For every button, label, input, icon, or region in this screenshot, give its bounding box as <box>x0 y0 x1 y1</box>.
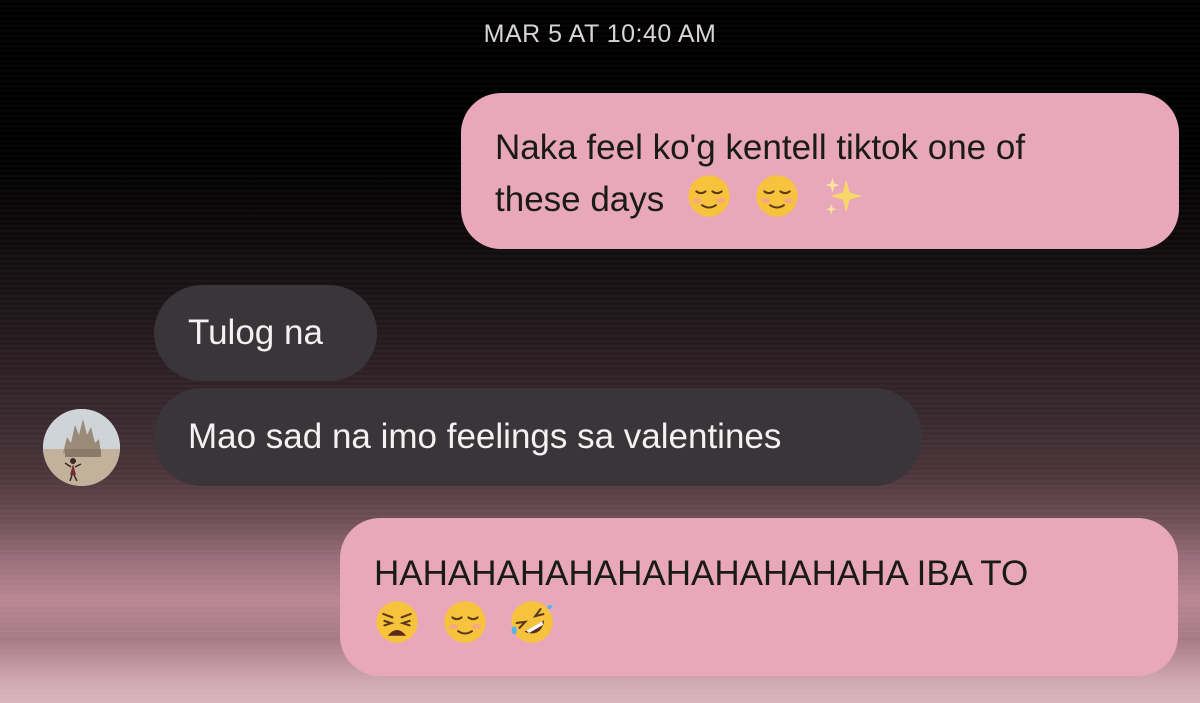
weary-face-emoji <box>376 601 418 643</box>
emoji-group <box>374 599 1144 651</box>
contact-avatar-photo <box>43 409 120 486</box>
rolling-on-floor-laughing-emoji <box>511 601 554 643</box>
message-text-line: these days <box>495 173 1145 225</box>
sparkles-emoji <box>826 177 863 215</box>
incoming-message-bubble[interactable]: Tulog na <box>154 285 377 381</box>
outgoing-message-bubble[interactable]: Naka feel ko'g kentell tiktok one of the… <box>461 93 1179 249</box>
relieved-face-emoji <box>688 175 730 217</box>
message-text-line: Mao sad na imo feelings sa valentines <box>188 417 782 456</box>
emoji-group <box>686 175 867 219</box>
message-timestamp: MAR 5 AT 10:40 AM <box>483 20 717 48</box>
relieved-face-emoji <box>444 601 486 643</box>
message-text-line: Tulog na <box>188 313 323 352</box>
message-text-line: Naka feel ko'g kentell tiktok one of <box>495 128 1026 167</box>
message-text-line: HAHAHAHAHAHAHAHAHAHAHA IBA TO <box>374 554 1029 593</box>
outgoing-message-bubble[interactable]: HAHAHAHAHAHAHAHAHAHAHA IBA TO <box>340 518 1178 676</box>
message-text: these days <box>495 180 665 219</box>
relieved-face-emoji <box>756 175 798 217</box>
contact-avatar[interactable] <box>43 409 120 486</box>
chat-thread[interactable]: MAR 5 AT 10:40 AM Naka feel ko'g kentell… <box>0 0 1200 703</box>
incoming-message-bubble[interactable]: Mao sad na imo feelings sa valentines <box>154 388 922 486</box>
